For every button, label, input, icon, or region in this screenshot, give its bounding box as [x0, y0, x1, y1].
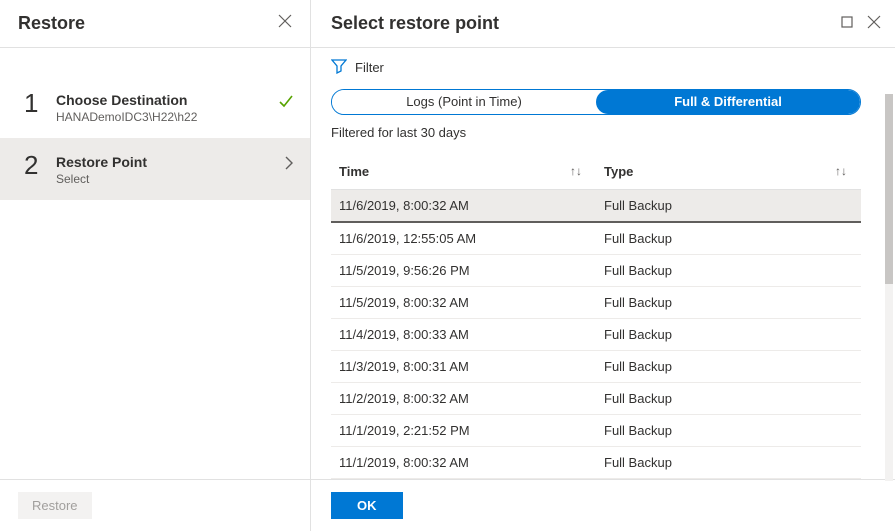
column-header-type-label: Type	[604, 164, 633, 179]
select-restore-point-title: Select restore point	[331, 13, 499, 34]
filter-button[interactable]: Filter	[311, 48, 895, 85]
wizard-steps: 1Choose Destination HANADemoIDC3\H22\h22 2…	[0, 48, 310, 479]
backup-type-tabs: Logs (Point in Time)Full & Differential	[331, 89, 861, 115]
table-row[interactable]: 11/5/2019, 9:56:26 PMFull Backup	[331, 255, 861, 287]
table-row[interactable]: 11/5/2019, 8:00:32 AMFull Backup	[331, 287, 861, 319]
close-icon[interactable]	[274, 10, 296, 37]
cell-type: Full Backup	[596, 287, 861, 319]
ok-button[interactable]: OK	[331, 492, 403, 519]
cell-time: 11/5/2019, 9:56:26 PM	[331, 255, 596, 287]
restore-title: Restore	[18, 13, 85, 34]
select-restore-point-footer: OK	[311, 479, 895, 531]
filter-label: Filter	[355, 60, 384, 75]
scrollbar-thumb[interactable]	[885, 94, 893, 284]
cell-time: 11/1/2019, 2:21:52 PM	[331, 415, 596, 447]
cell-type: Full Backup	[596, 190, 861, 223]
table-row[interactable]: 11/6/2019, 8:00:32 AMFull Backup	[331, 190, 861, 223]
wizard-step-2[interactable]: 2Restore Point Select	[0, 138, 310, 200]
sort-icon: ↑↓	[835, 164, 847, 178]
scrollbar[interactable]	[885, 94, 893, 481]
check-icon	[278, 90, 294, 110]
step-number: 1	[24, 90, 56, 116]
window-controls	[841, 15, 881, 32]
cell-type: Full Backup	[596, 222, 861, 255]
filter-icon	[331, 58, 347, 77]
cell-time: 11/3/2019, 8:00:31 AM	[331, 351, 596, 383]
cell-type: Full Backup	[596, 447, 861, 479]
column-header-time-label: Time	[339, 164, 369, 179]
table-row[interactable]: 11/3/2019, 8:00:31 AMFull Backup	[331, 351, 861, 383]
restore-header: Restore	[0, 0, 310, 48]
filter-summary: Filtered for last 30 days	[331, 125, 861, 140]
step-subtitle: HANADemoIDC3\H22\h22	[56, 110, 278, 124]
select-restore-point-panel: Select restore point Filter Logs (Point …	[311, 0, 895, 531]
column-header-time[interactable]: Time ↑↓	[331, 154, 596, 190]
maximize-icon[interactable]	[841, 16, 853, 31]
cell-time: 11/6/2019, 12:55:05 AM	[331, 222, 596, 255]
close-icon[interactable]	[867, 15, 881, 32]
cell-time: 11/6/2019, 8:00:32 AM	[331, 190, 596, 223]
tab-full-differential[interactable]: Full & Differential	[596, 90, 860, 114]
step-title: Restore Point	[56, 154, 284, 170]
cell-time: 11/5/2019, 8:00:32 AM	[331, 287, 596, 319]
cell-time: 11/1/2019, 8:00:32 AM	[331, 447, 596, 479]
cell-type: Full Backup	[596, 415, 861, 447]
sort-icon: ↑↓	[570, 164, 582, 178]
table-row[interactable]: 11/6/2019, 12:55:05 AMFull Backup	[331, 222, 861, 255]
restore-footer: Restore	[0, 479, 310, 531]
restore-points-table: Time ↑↓ Type ↑↓ 11/6/2019, 8:00:32 AMFul…	[331, 154, 861, 479]
table-row[interactable]: 11/4/2019, 8:00:33 AMFull Backup	[331, 319, 861, 351]
step-title: Choose Destination	[56, 92, 278, 108]
restore-point-content: Logs (Point in Time)Full & Differential …	[311, 85, 895, 479]
step-body: Restore Point Select	[56, 152, 284, 186]
select-restore-point-header: Select restore point	[311, 0, 895, 48]
restore-button[interactable]: Restore	[18, 492, 92, 519]
restore-wizard-panel: Restore 1Choose Destination HANADemoIDC3\…	[0, 0, 311, 531]
chevron-right-icon	[284, 152, 294, 170]
step-subtitle: Select	[56, 172, 284, 186]
tab-logs-point-in-time[interactable]: Logs (Point in Time)	[332, 90, 596, 114]
cell-time: 11/4/2019, 8:00:33 AM	[331, 319, 596, 351]
wizard-step-1[interactable]: 1Choose Destination HANADemoIDC3\H22\h22	[0, 76, 310, 138]
table-row[interactable]: 11/1/2019, 2:21:52 PMFull Backup	[331, 415, 861, 447]
cell-type: Full Backup	[596, 351, 861, 383]
step-number: 2	[24, 152, 56, 178]
cell-type: Full Backup	[596, 383, 861, 415]
column-header-type[interactable]: Type ↑↓	[596, 154, 861, 190]
cell-time: 11/2/2019, 8:00:32 AM	[331, 383, 596, 415]
step-body: Choose Destination HANADemoIDC3\H22\h22	[56, 90, 278, 124]
table-row[interactable]: 11/2/2019, 8:00:32 AMFull Backup	[331, 383, 861, 415]
cell-type: Full Backup	[596, 255, 861, 287]
cell-type: Full Backup	[596, 319, 861, 351]
table-row[interactable]: 11/1/2019, 8:00:32 AMFull Backup	[331, 447, 861, 479]
